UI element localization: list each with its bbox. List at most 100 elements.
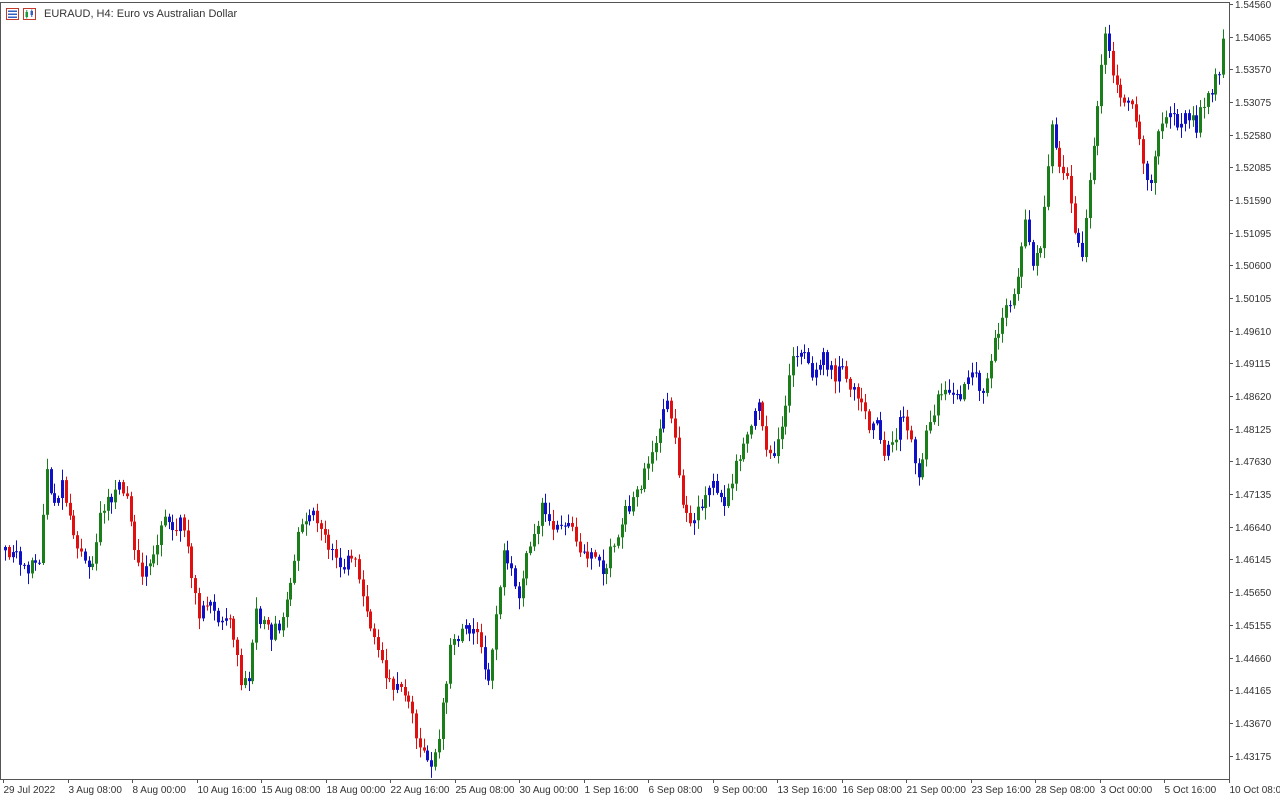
candle-body-135 (518, 586, 521, 599)
candle-body-136 (522, 578, 525, 599)
candle-body-1 (8, 546, 11, 558)
candle-body-21 (84, 551, 87, 561)
candle-body-17 (69, 502, 72, 516)
x-tick-label-11: 9 Sep 00:00 (714, 785, 768, 796)
candle-body-35 (137, 550, 140, 563)
candle-body-128 (491, 649, 494, 681)
candle-body-8 (34, 560, 37, 563)
chart-area[interactable]: EURAUD, H4: Euro vs Australian Dollar 1.… (0, 0, 1280, 800)
candle-body-225 (860, 398, 863, 403)
candle-body-169 (647, 463, 650, 469)
candle-body-265 (1013, 294, 1016, 306)
candle-body-114 (438, 739, 441, 753)
candlestick-chart[interactable]: 1.54560 1.54065 1.53570 1.53075 1.52580 1.520… (0, 0, 1280, 800)
candle-body-116 (445, 683, 448, 703)
candle-body-269 (1028, 219, 1031, 243)
candle-body-299 (1142, 139, 1145, 164)
x-tick-label-14: 21 Sep 00:00 (907, 785, 967, 796)
candle-body-206 (788, 375, 791, 406)
candle-body-275 (1051, 124, 1054, 167)
candle-body-183 (701, 506, 704, 509)
candle-body-187 (716, 481, 719, 493)
candle-body-181 (693, 520, 696, 524)
y-tick-label-23: 1.43175 (1235, 752, 1272, 763)
plot-frame (0, 2, 1230, 780)
y-tick-label-14: 1.47630 (1235, 457, 1272, 468)
x-tick-label-6: 22 Aug 16:00 (391, 785, 450, 796)
candle-body-175 (670, 400, 673, 419)
candle-body-67 (259, 608, 262, 625)
candle-body-16 (65, 480, 68, 503)
candle-body-212 (811, 363, 814, 378)
candle-body-40 (156, 544, 159, 555)
candle-body-108 (415, 713, 418, 739)
candle-body-91 (350, 555, 353, 559)
candle-body-182 (697, 506, 700, 521)
y-tick-label-7: 1.51095 (1235, 229, 1272, 240)
candle-body-258 (986, 378, 989, 393)
candle-body-178 (682, 475, 685, 505)
x-tick-label-15: 23 Sep 16:00 (972, 785, 1032, 796)
candle-body-147 (564, 525, 567, 527)
y-tick-label-5: 1.52085 (1235, 163, 1272, 174)
candle-body-5 (23, 564, 26, 566)
candle-body-166 (636, 489, 639, 498)
candle-body-218 (834, 365, 837, 382)
candle-body-153 (586, 551, 589, 559)
candle-body-277 (1058, 147, 1061, 167)
x-tick-label-8: 30 Aug 00:00 (520, 785, 579, 796)
candle-body-246 (940, 394, 943, 396)
y-tick-label-0: 1.54560 (1235, 0, 1272, 11)
candle-body-216 (826, 352, 829, 370)
candle-body-286 (1093, 145, 1096, 181)
candle-body-215 (822, 352, 825, 366)
candle-body-105 (404, 686, 407, 696)
candle-body-120 (461, 628, 464, 642)
candle-body-86 (331, 549, 334, 551)
candle-body-223 (853, 387, 856, 390)
candle-body-293 (1119, 84, 1122, 98)
x-tick-label-9: 1 Sep 16:00 (585, 785, 639, 796)
candle-body-125 (480, 632, 483, 648)
candle-body-254 (971, 372, 974, 378)
candle-body-300 (1146, 163, 1149, 181)
candle-body-18 (72, 515, 75, 536)
candle-body-191 (731, 483, 734, 489)
candle-body-132 (506, 550, 509, 564)
candle-body-256 (978, 372, 981, 391)
candle-body-4 (19, 551, 22, 565)
y-tick-label-15: 1.47135 (1235, 490, 1272, 501)
y-tick-label-17: 1.46145 (1235, 555, 1272, 566)
candle-body-34 (133, 521, 136, 551)
candle-body-317 (1211, 93, 1214, 95)
candle-body-192 (735, 460, 738, 484)
candle-body-44 (171, 522, 174, 531)
candle-body-148 (567, 522, 570, 527)
candle-body-171 (655, 442, 658, 453)
candle-body-240 (918, 463, 921, 478)
candle-body-290 (1108, 33, 1111, 51)
candle-body-305 (1165, 117, 1168, 124)
candle-body-126 (484, 647, 487, 670)
candle-body-284 (1085, 218, 1088, 258)
candle-body-230 (879, 420, 882, 440)
candle-body-266 (1017, 276, 1020, 295)
candle-body-90 (347, 555, 350, 570)
candle-body-308 (1176, 114, 1179, 128)
candle-body-22 (88, 560, 91, 568)
candle-body-320 (1222, 38, 1225, 75)
candle-body-270 (1032, 242, 1035, 266)
candle-body-242 (925, 430, 928, 460)
candle-body-194 (742, 443, 745, 460)
candle-body-32 (126, 493, 129, 497)
y-tick-label-1: 1.54065 (1235, 33, 1272, 44)
candle-body-310 (1184, 113, 1187, 124)
candle-body-100 (385, 660, 388, 679)
candle-body-74 (286, 599, 289, 618)
candle-body-113 (434, 752, 437, 767)
candle-body-220 (841, 366, 844, 368)
candle-body-229 (876, 420, 879, 424)
candle-body-51 (198, 593, 201, 619)
candle-body-241 (921, 459, 924, 478)
candle-body-80 (308, 515, 311, 522)
